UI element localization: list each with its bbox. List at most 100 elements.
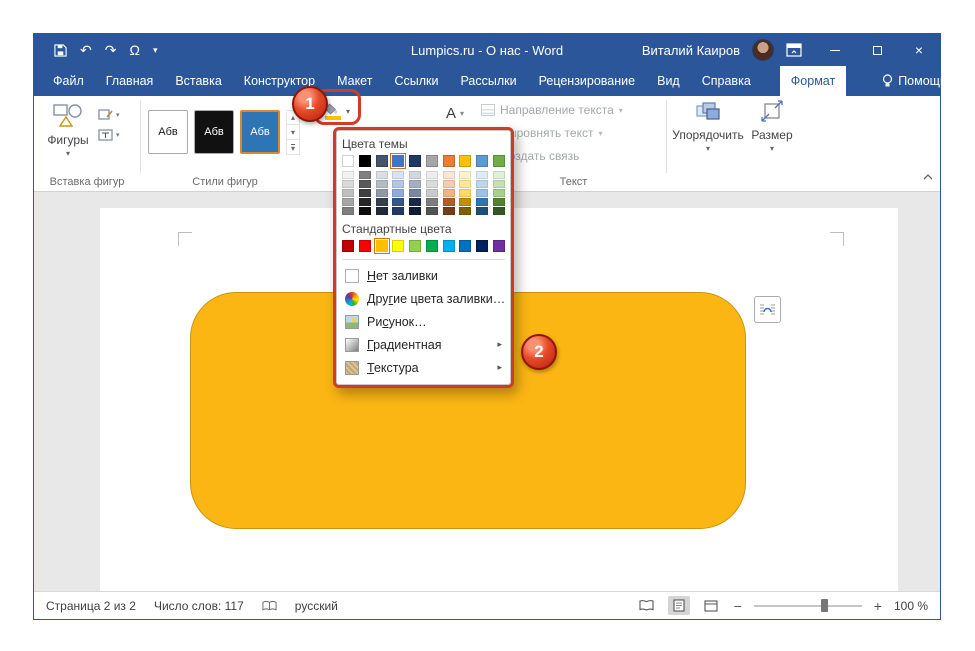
theme-variant-swatch[interactable]: [409, 189, 422, 197]
theme-variant-swatch[interactable]: [375, 189, 388, 197]
undo-icon[interactable]: ↶: [80, 42, 92, 59]
arrange-button[interactable]: Упорядочить ▾: [672, 100, 744, 153]
shapes-button[interactable]: Фигуры ▾: [40, 102, 96, 174]
fill-menu-item[interactable]: Текстура ▸: [342, 356, 505, 379]
theme-variant-swatch[interactable]: [342, 198, 354, 206]
theme-variant-swatch[interactable]: [392, 207, 405, 215]
theme-variant-swatch[interactable]: [342, 189, 354, 197]
theme-variant-swatch[interactable]: [476, 189, 489, 197]
proofing-icon[interactable]: [262, 600, 277, 612]
ribbon-tab[interactable]: Вставка: [164, 66, 232, 96]
shape-style-sample[interactable]: Абв: [194, 110, 234, 154]
layout-options-button[interactable]: [754, 296, 781, 323]
ribbon-tab[interactable]: Конструктор: [233, 66, 326, 96]
theme-variant-swatch[interactable]: [358, 189, 371, 197]
web-layout-button[interactable]: [700, 596, 722, 615]
ribbon-tab[interactable]: Справка: [691, 66, 762, 96]
ribbon-tab[interactable]: Рассылки: [449, 66, 527, 96]
theme-variant-swatch[interactable]: [425, 171, 438, 179]
theme-variant-swatch[interactable]: [392, 180, 405, 188]
standard-color-swatch[interactable]: [392, 240, 405, 252]
zoom-in-button[interactable]: +: [872, 598, 884, 614]
theme-variant-swatch[interactable]: [492, 198, 505, 206]
edit-shape-button[interactable]: ▾: [98, 108, 120, 122]
text-group-row[interactable]: Направление текста ▾: [481, 102, 623, 118]
theme-variant-swatch[interactable]: [392, 198, 405, 206]
save-icon[interactable]: [54, 43, 67, 57]
ribbon-options-icon[interactable]: [786, 43, 802, 57]
ribbon-tab[interactable]: Вид: [646, 66, 691, 96]
close-button[interactable]: ×: [898, 34, 940, 66]
fill-menu-item[interactable]: Нет заливки: [342, 264, 505, 287]
theme-variant-swatch[interactable]: [476, 198, 489, 206]
theme-variant-swatch[interactable]: [375, 171, 388, 179]
theme-variant-swatch[interactable]: [459, 171, 472, 179]
gallery-down-button[interactable]: ▾: [286, 125, 300, 140]
tab-help[interactable]: Помощн: [874, 66, 955, 96]
theme-variant-swatch[interactable]: [358, 180, 371, 188]
omega-icon[interactable]: Ω: [129, 42, 139, 58]
theme-variant-swatch[interactable]: [425, 198, 438, 206]
standard-color-swatch[interactable]: [358, 240, 371, 252]
gallery-more-button[interactable]: ▾: [286, 140, 300, 155]
theme-variant-swatch[interactable]: [459, 207, 472, 215]
theme-variant-swatch[interactable]: [375, 198, 388, 206]
gallery-up-button[interactable]: ▴: [286, 110, 300, 125]
theme-variant-swatch[interactable]: [425, 207, 438, 215]
theme-color-swatch[interactable]: [342, 155, 354, 167]
theme-variant-swatch[interactable]: [375, 207, 388, 215]
standard-color-swatch[interactable]: [459, 240, 472, 252]
ribbon-tab[interactable]: Ссылки: [383, 66, 449, 96]
theme-variant-swatch[interactable]: [425, 189, 438, 197]
theme-color-swatch[interactable]: [375, 155, 388, 167]
theme-color-swatch[interactable]: [392, 155, 405, 167]
theme-variant-swatch[interactable]: [492, 207, 505, 215]
theme-variant-swatch[interactable]: [358, 171, 371, 179]
standard-color-swatch[interactable]: [425, 240, 438, 252]
theme-variant-swatch[interactable]: [342, 207, 354, 215]
ribbon-tab[interactable]: Файл: [42, 66, 95, 96]
language-label[interactable]: русский: [295, 599, 338, 613]
redo-icon[interactable]: ↷: [105, 42, 117, 59]
user-name[interactable]: Виталий Каиров: [642, 43, 740, 58]
word-count-label[interactable]: Число слов: 117: [154, 599, 244, 613]
zoom-slider-thumb[interactable]: [820, 598, 828, 612]
qat-customize-icon[interactable]: ▾: [153, 45, 158, 56]
theme-variant-swatch[interactable]: [425, 180, 438, 188]
ribbon-tab[interactable]: Макет: [326, 66, 383, 96]
text-fill-button[interactable]: А ▾: [446, 101, 464, 125]
standard-color-swatch[interactable]: [442, 240, 455, 252]
theme-variant-swatch[interactable]: [476, 171, 489, 179]
theme-variant-swatch[interactable]: [442, 189, 455, 197]
share-button[interactable]: Поделиться: [955, 66, 975, 96]
standard-color-swatch[interactable]: [409, 240, 422, 252]
fill-menu-item[interactable]: Градиентная ▸: [342, 333, 505, 356]
ribbon-tab[interactable]: Формат: [779, 66, 847, 96]
shape-style-sample[interactable]: Абв: [148, 110, 188, 154]
theme-color-swatch[interactable]: [459, 155, 472, 167]
text-box-button[interactable]: ▾: [98, 128, 120, 142]
theme-color-swatch[interactable]: [492, 155, 505, 167]
size-button[interactable]: Размер ▾: [746, 100, 798, 153]
theme-variant-swatch[interactable]: [358, 207, 371, 215]
theme-variant-swatch[interactable]: [476, 207, 489, 215]
theme-variant-swatch[interactable]: [409, 198, 422, 206]
zoom-slider[interactable]: [753, 598, 862, 612]
theme-variant-swatch[interactable]: [358, 198, 371, 206]
theme-variant-swatch[interactable]: [459, 189, 472, 197]
theme-variant-swatch[interactable]: [392, 171, 405, 179]
ribbon-tab[interactable]: Рецензирование: [528, 66, 647, 96]
standard-color-swatch[interactable]: [492, 240, 505, 252]
read-mode-button[interactable]: [636, 596, 658, 615]
theme-variant-swatch[interactable]: [442, 171, 455, 179]
print-layout-button[interactable]: [667, 596, 690, 615]
shape-style-sample[interactable]: Абв: [240, 110, 280, 154]
theme-color-swatch[interactable]: [442, 155, 455, 167]
status-page-label[interactable]: Страница 2 из 2: [46, 599, 136, 613]
theme-variant-swatch[interactable]: [409, 171, 422, 179]
theme-variant-swatch[interactable]: [492, 171, 505, 179]
theme-variant-swatch[interactable]: [476, 180, 489, 188]
theme-color-swatch[interactable]: [358, 155, 371, 167]
fill-menu-item[interactable]: Другие цвета заливки…: [342, 287, 505, 310]
standard-color-swatch[interactable]: [476, 240, 489, 252]
